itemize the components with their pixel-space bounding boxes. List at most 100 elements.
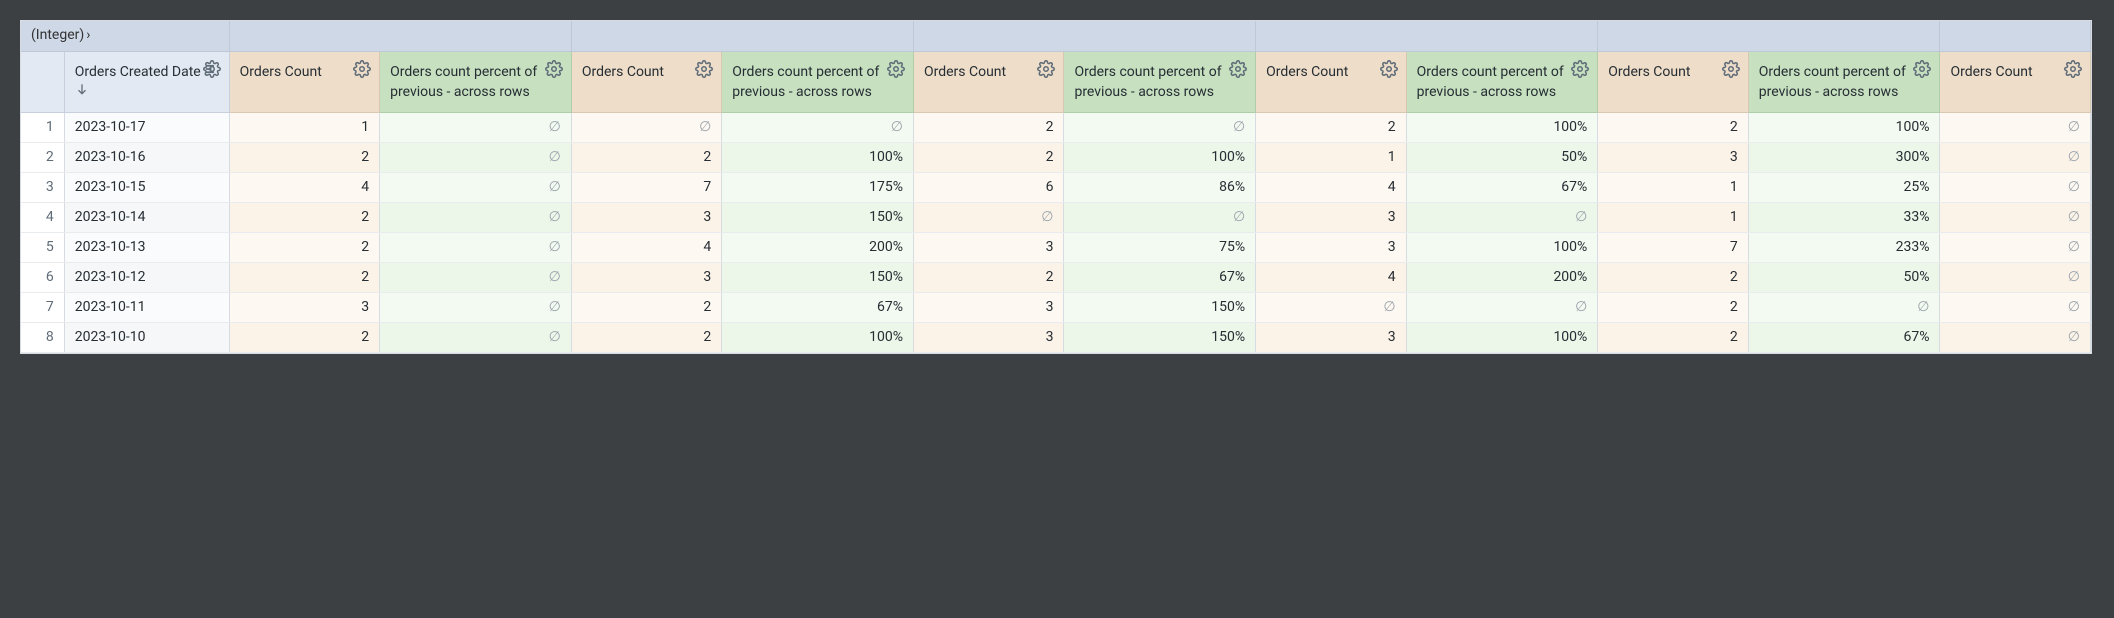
column-header-pct[interactable]: Orders count percent of previous - acros… xyxy=(722,51,914,113)
cell-count[interactable]: 3 xyxy=(913,233,1063,263)
cell-pct[interactable]: 50% xyxy=(1748,263,1940,293)
cell-count[interactable]: ∅ xyxy=(1940,263,2091,293)
row-number[interactable]: 7 xyxy=(21,293,64,323)
cell-date[interactable]: 2023-10-11 xyxy=(64,293,229,323)
cell-date[interactable]: 2023-10-10 xyxy=(64,323,229,353)
cell-pct[interactable]: 25% xyxy=(1748,173,1940,203)
cell-pct[interactable]: 150% xyxy=(1064,323,1256,353)
gear-icon[interactable] xyxy=(1913,60,1931,78)
cell-date[interactable]: 2023-10-12 xyxy=(64,263,229,293)
cell-pct[interactable]: ∅ xyxy=(1064,113,1256,143)
row-number[interactable]: 4 xyxy=(21,203,64,233)
gear-icon[interactable] xyxy=(695,60,713,78)
cell-count[interactable]: 1 xyxy=(229,113,379,143)
cell-count[interactable]: 2 xyxy=(229,203,379,233)
cell-count[interactable]: 2 xyxy=(229,143,379,173)
column-header-count[interactable]: Orders Count xyxy=(1256,51,1406,113)
pivot-group-header[interactable]: (Integer) › xyxy=(21,21,229,51)
cell-pct[interactable]: ∅ xyxy=(1406,203,1598,233)
cell-pct[interactable]: 200% xyxy=(1406,263,1598,293)
cell-count[interactable]: ∅ xyxy=(1940,203,2091,233)
column-header-count[interactable]: Orders Count xyxy=(1940,51,2091,113)
cell-pct[interactable]: 100% xyxy=(722,143,914,173)
column-header-count[interactable]: Orders Count xyxy=(913,51,1063,113)
cell-pct[interactable]: ∅ xyxy=(380,113,572,143)
row-number[interactable]: 3 xyxy=(21,173,64,203)
pivot-group-col[interactable] xyxy=(1940,21,2091,51)
gear-icon[interactable] xyxy=(1229,60,1247,78)
cell-count[interactable]: 2 xyxy=(1256,113,1406,143)
cell-pct[interactable]: 67% xyxy=(1064,263,1256,293)
cell-count[interactable]: 1 xyxy=(1256,143,1406,173)
cell-count[interactable]: 3 xyxy=(1256,203,1406,233)
cell-count[interactable]: 2 xyxy=(1598,263,1748,293)
cell-date[interactable]: 2023-10-14 xyxy=(64,203,229,233)
cell-pct[interactable]: 100% xyxy=(1406,323,1598,353)
cell-count[interactable]: 7 xyxy=(571,173,721,203)
cell-count[interactable]: ∅ xyxy=(1940,293,2091,323)
cell-count[interactable]: 2 xyxy=(229,233,379,263)
cell-count[interactable]: 2 xyxy=(571,293,721,323)
cell-count[interactable]: 3 xyxy=(913,293,1063,323)
gear-icon[interactable] xyxy=(1037,60,1055,78)
cell-pct[interactable]: 233% xyxy=(1748,233,1940,263)
cell-count[interactable]: 6 xyxy=(913,173,1063,203)
cell-count[interactable]: 1 xyxy=(1598,173,1748,203)
cell-pct[interactable]: 150% xyxy=(722,263,914,293)
cell-pct[interactable]: ∅ xyxy=(380,293,572,323)
cell-count[interactable]: ∅ xyxy=(1940,323,2091,353)
cell-pct[interactable]: 67% xyxy=(1406,173,1598,203)
gear-icon[interactable] xyxy=(1722,60,1740,78)
cell-count[interactable]: 4 xyxy=(571,233,721,263)
cell-pct[interactable]: 100% xyxy=(1748,113,1940,143)
pivot-group-col[interactable] xyxy=(913,21,1255,51)
row-number[interactable]: 1 xyxy=(21,113,64,143)
gear-icon[interactable] xyxy=(1571,60,1589,78)
pivot-group-col[interactable] xyxy=(1598,21,1940,51)
cell-pct[interactable]: ∅ xyxy=(380,263,572,293)
cell-date[interactable]: 2023-10-17 xyxy=(64,113,229,143)
cell-pct[interactable]: 100% xyxy=(1064,143,1256,173)
cell-pct[interactable]: 100% xyxy=(1406,113,1598,143)
cell-count[interactable]: 3 xyxy=(571,263,721,293)
cell-count[interactable]: 2 xyxy=(1598,323,1748,353)
cell-pct[interactable]: 100% xyxy=(1406,233,1598,263)
cell-count[interactable]: ∅ xyxy=(1940,143,2091,173)
cell-count[interactable]: 4 xyxy=(229,173,379,203)
cell-count[interactable]: 7 xyxy=(1598,233,1748,263)
column-header-count[interactable]: Orders Count xyxy=(571,51,721,113)
cell-pct[interactable]: 33% xyxy=(1748,203,1940,233)
cell-pct[interactable]: 175% xyxy=(722,173,914,203)
cell-pct[interactable]: 300% xyxy=(1748,143,1940,173)
cell-count[interactable]: 2 xyxy=(913,113,1063,143)
cell-date[interactable]: 2023-10-16 xyxy=(64,143,229,173)
column-header-pct[interactable]: Orders count percent of previous - acros… xyxy=(1064,51,1256,113)
cell-pct[interactable]: ∅ xyxy=(380,233,572,263)
cell-count[interactable]: 2 xyxy=(1598,113,1748,143)
cell-count[interactable]: 3 xyxy=(1256,233,1406,263)
cell-count[interactable]: 2 xyxy=(229,323,379,353)
row-number[interactable]: 6 xyxy=(21,263,64,293)
pivot-group-col[interactable] xyxy=(1256,21,1598,51)
cell-pct[interactable]: 67% xyxy=(722,293,914,323)
cell-count[interactable]: 2 xyxy=(913,143,1063,173)
gear-icon[interactable] xyxy=(887,60,905,78)
gear-icon[interactable] xyxy=(353,60,371,78)
cell-count[interactable]: ∅ xyxy=(1940,173,2091,203)
gear-icon[interactable] xyxy=(2064,60,2082,78)
cell-pct[interactable]: 200% xyxy=(722,233,914,263)
column-header-date[interactable]: Orders Created Date xyxy=(64,51,229,113)
cell-pct[interactable]: 50% xyxy=(1406,143,1598,173)
cell-pct[interactable]: ∅ xyxy=(380,323,572,353)
cell-count[interactable]: 3 xyxy=(1598,143,1748,173)
cell-count[interactable]: ∅ xyxy=(1940,233,2091,263)
cell-count[interactable]: 3 xyxy=(913,323,1063,353)
row-number[interactable]: 8 xyxy=(21,323,64,353)
column-header-pct[interactable]: Orders count percent of previous - acros… xyxy=(1406,51,1598,113)
column-header-pct[interactable]: Orders count percent of previous - acros… xyxy=(1748,51,1940,113)
pivot-group-col[interactable] xyxy=(571,21,913,51)
cell-count[interactable]: ∅ xyxy=(1256,293,1406,323)
cell-pct[interactable]: ∅ xyxy=(722,113,914,143)
gear-icon[interactable] xyxy=(545,60,563,78)
cell-pct[interactable]: ∅ xyxy=(1406,293,1598,323)
